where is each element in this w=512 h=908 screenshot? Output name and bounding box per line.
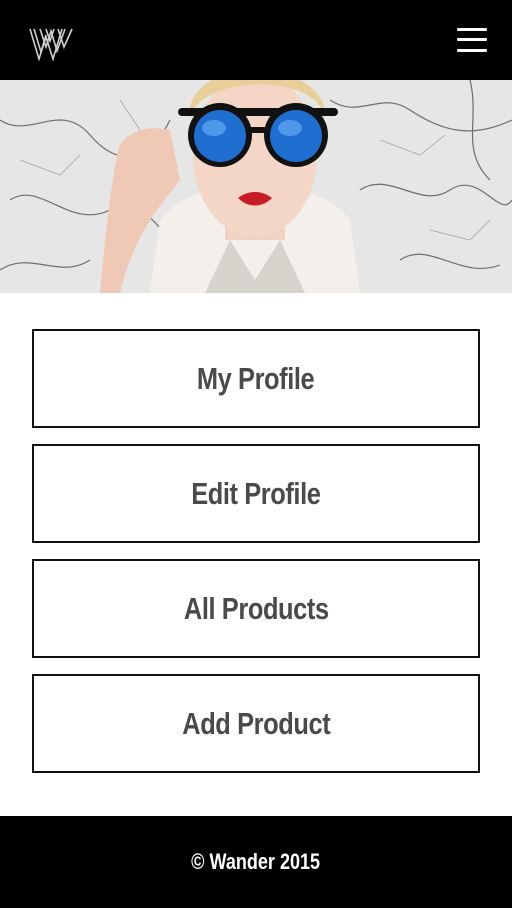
hero-banner	[0, 80, 512, 293]
all-products-button[interactable]: All Products	[32, 559, 480, 658]
add-product-label: Add Product	[181, 705, 331, 741]
my-profile-button[interactable]: My Profile	[32, 329, 480, 428]
all-products-label: All Products	[183, 590, 329, 626]
copyright-text: © Wander 2015	[191, 849, 321, 874]
add-product-button[interactable]: Add Product	[32, 674, 480, 773]
top-header	[0, 0, 512, 80]
hero-image	[0, 80, 512, 293]
edit-profile-button[interactable]: Edit Profile	[32, 444, 480, 543]
w-logo-icon[interactable]	[28, 27, 74, 62]
hamburger-menu-icon[interactable]	[452, 24, 492, 56]
footer: © Wander 2015	[0, 816, 512, 908]
my-profile-label: My Profile	[197, 360, 315, 396]
edit-profile-label: Edit Profile	[191, 475, 321, 511]
main-menu: My Profile Edit Profile All Products Add…	[32, 329, 480, 789]
